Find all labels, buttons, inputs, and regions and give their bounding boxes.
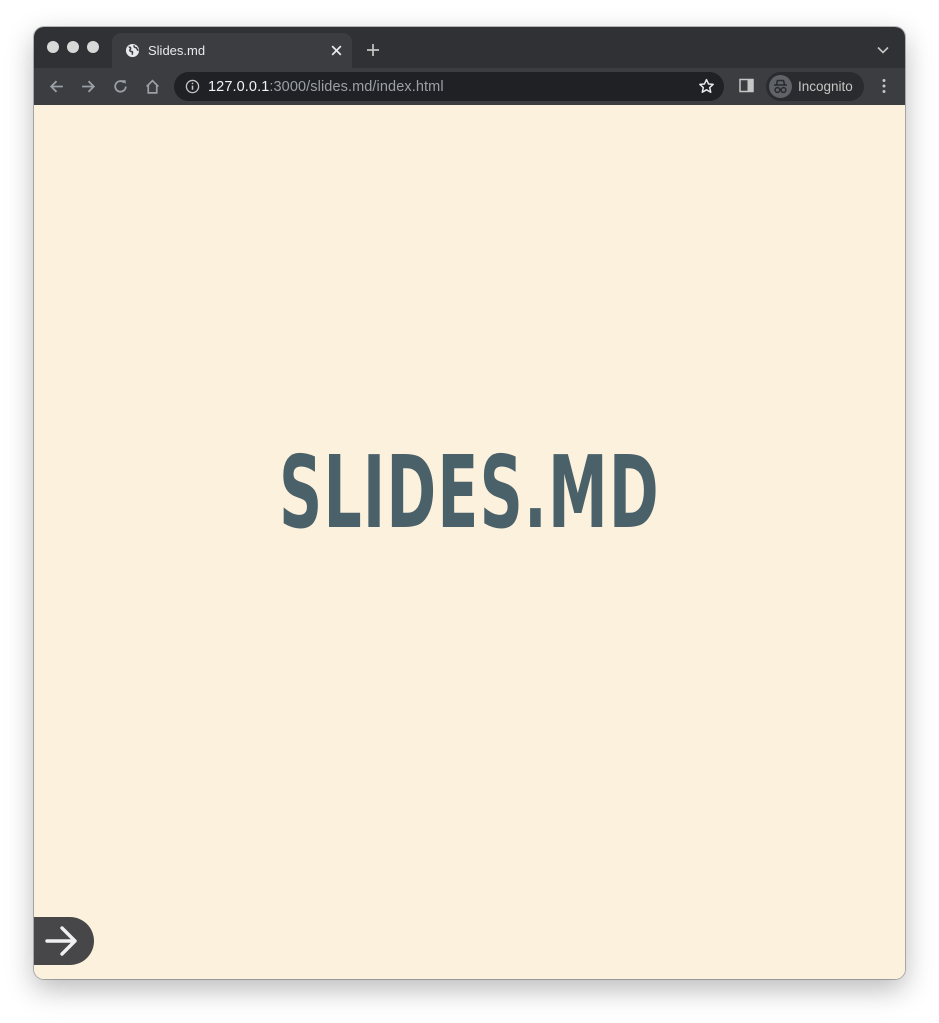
info-icon[interactable]	[185, 79, 200, 94]
more-menu-icon[interactable]	[878, 77, 890, 95]
close-window-button[interactable]	[47, 41, 59, 53]
url-host: 127.0.0.1	[208, 79, 270, 95]
browser-window: Slides.md 127.0.0.1:3000/slides.md/index…	[34, 27, 905, 979]
chevron-down-icon[interactable]	[877, 46, 889, 54]
incognito-label: Incognito	[798, 79, 853, 94]
new-tab-icon[interactable]	[366, 43, 380, 57]
globe-icon	[125, 43, 140, 58]
close-icon[interactable]	[330, 44, 343, 57]
url-path: :3000/slides.md/index.html	[269, 79, 444, 95]
minimize-window-button[interactable]	[67, 41, 79, 53]
reload-icon[interactable]	[112, 78, 129, 95]
address-bar[interactable]: 127.0.0.1:3000/slides.md/index.html	[174, 72, 724, 101]
slide-title: SLIDES.MD	[279, 434, 660, 551]
slide-viewport: SLIDES.MD	[34, 105, 905, 979]
home-icon[interactable]	[144, 78, 161, 95]
url-text: 127.0.0.1:3000/slides.md/index.html	[208, 79, 444, 95]
tab-title: Slides.md	[148, 43, 206, 58]
zoom-window-button[interactable]	[87, 41, 99, 53]
side-panel-icon[interactable]	[739, 78, 754, 93]
forward-icon[interactable]	[80, 78, 97, 95]
next-slide-button[interactable]	[34, 917, 94, 965]
incognito-profile-button[interactable]: Incognito	[766, 72, 864, 101]
tab-strip: Slides.md	[34, 27, 905, 68]
back-icon[interactable]	[48, 78, 65, 95]
tab-slides[interactable]: Slides.md	[112, 33, 352, 68]
browser-toolbar: 127.0.0.1:3000/slides.md/index.html Inco…	[34, 68, 905, 106]
star-icon[interactable]	[698, 78, 715, 95]
incognito-icon	[769, 75, 792, 98]
arrow-right-icon	[45, 926, 77, 956]
